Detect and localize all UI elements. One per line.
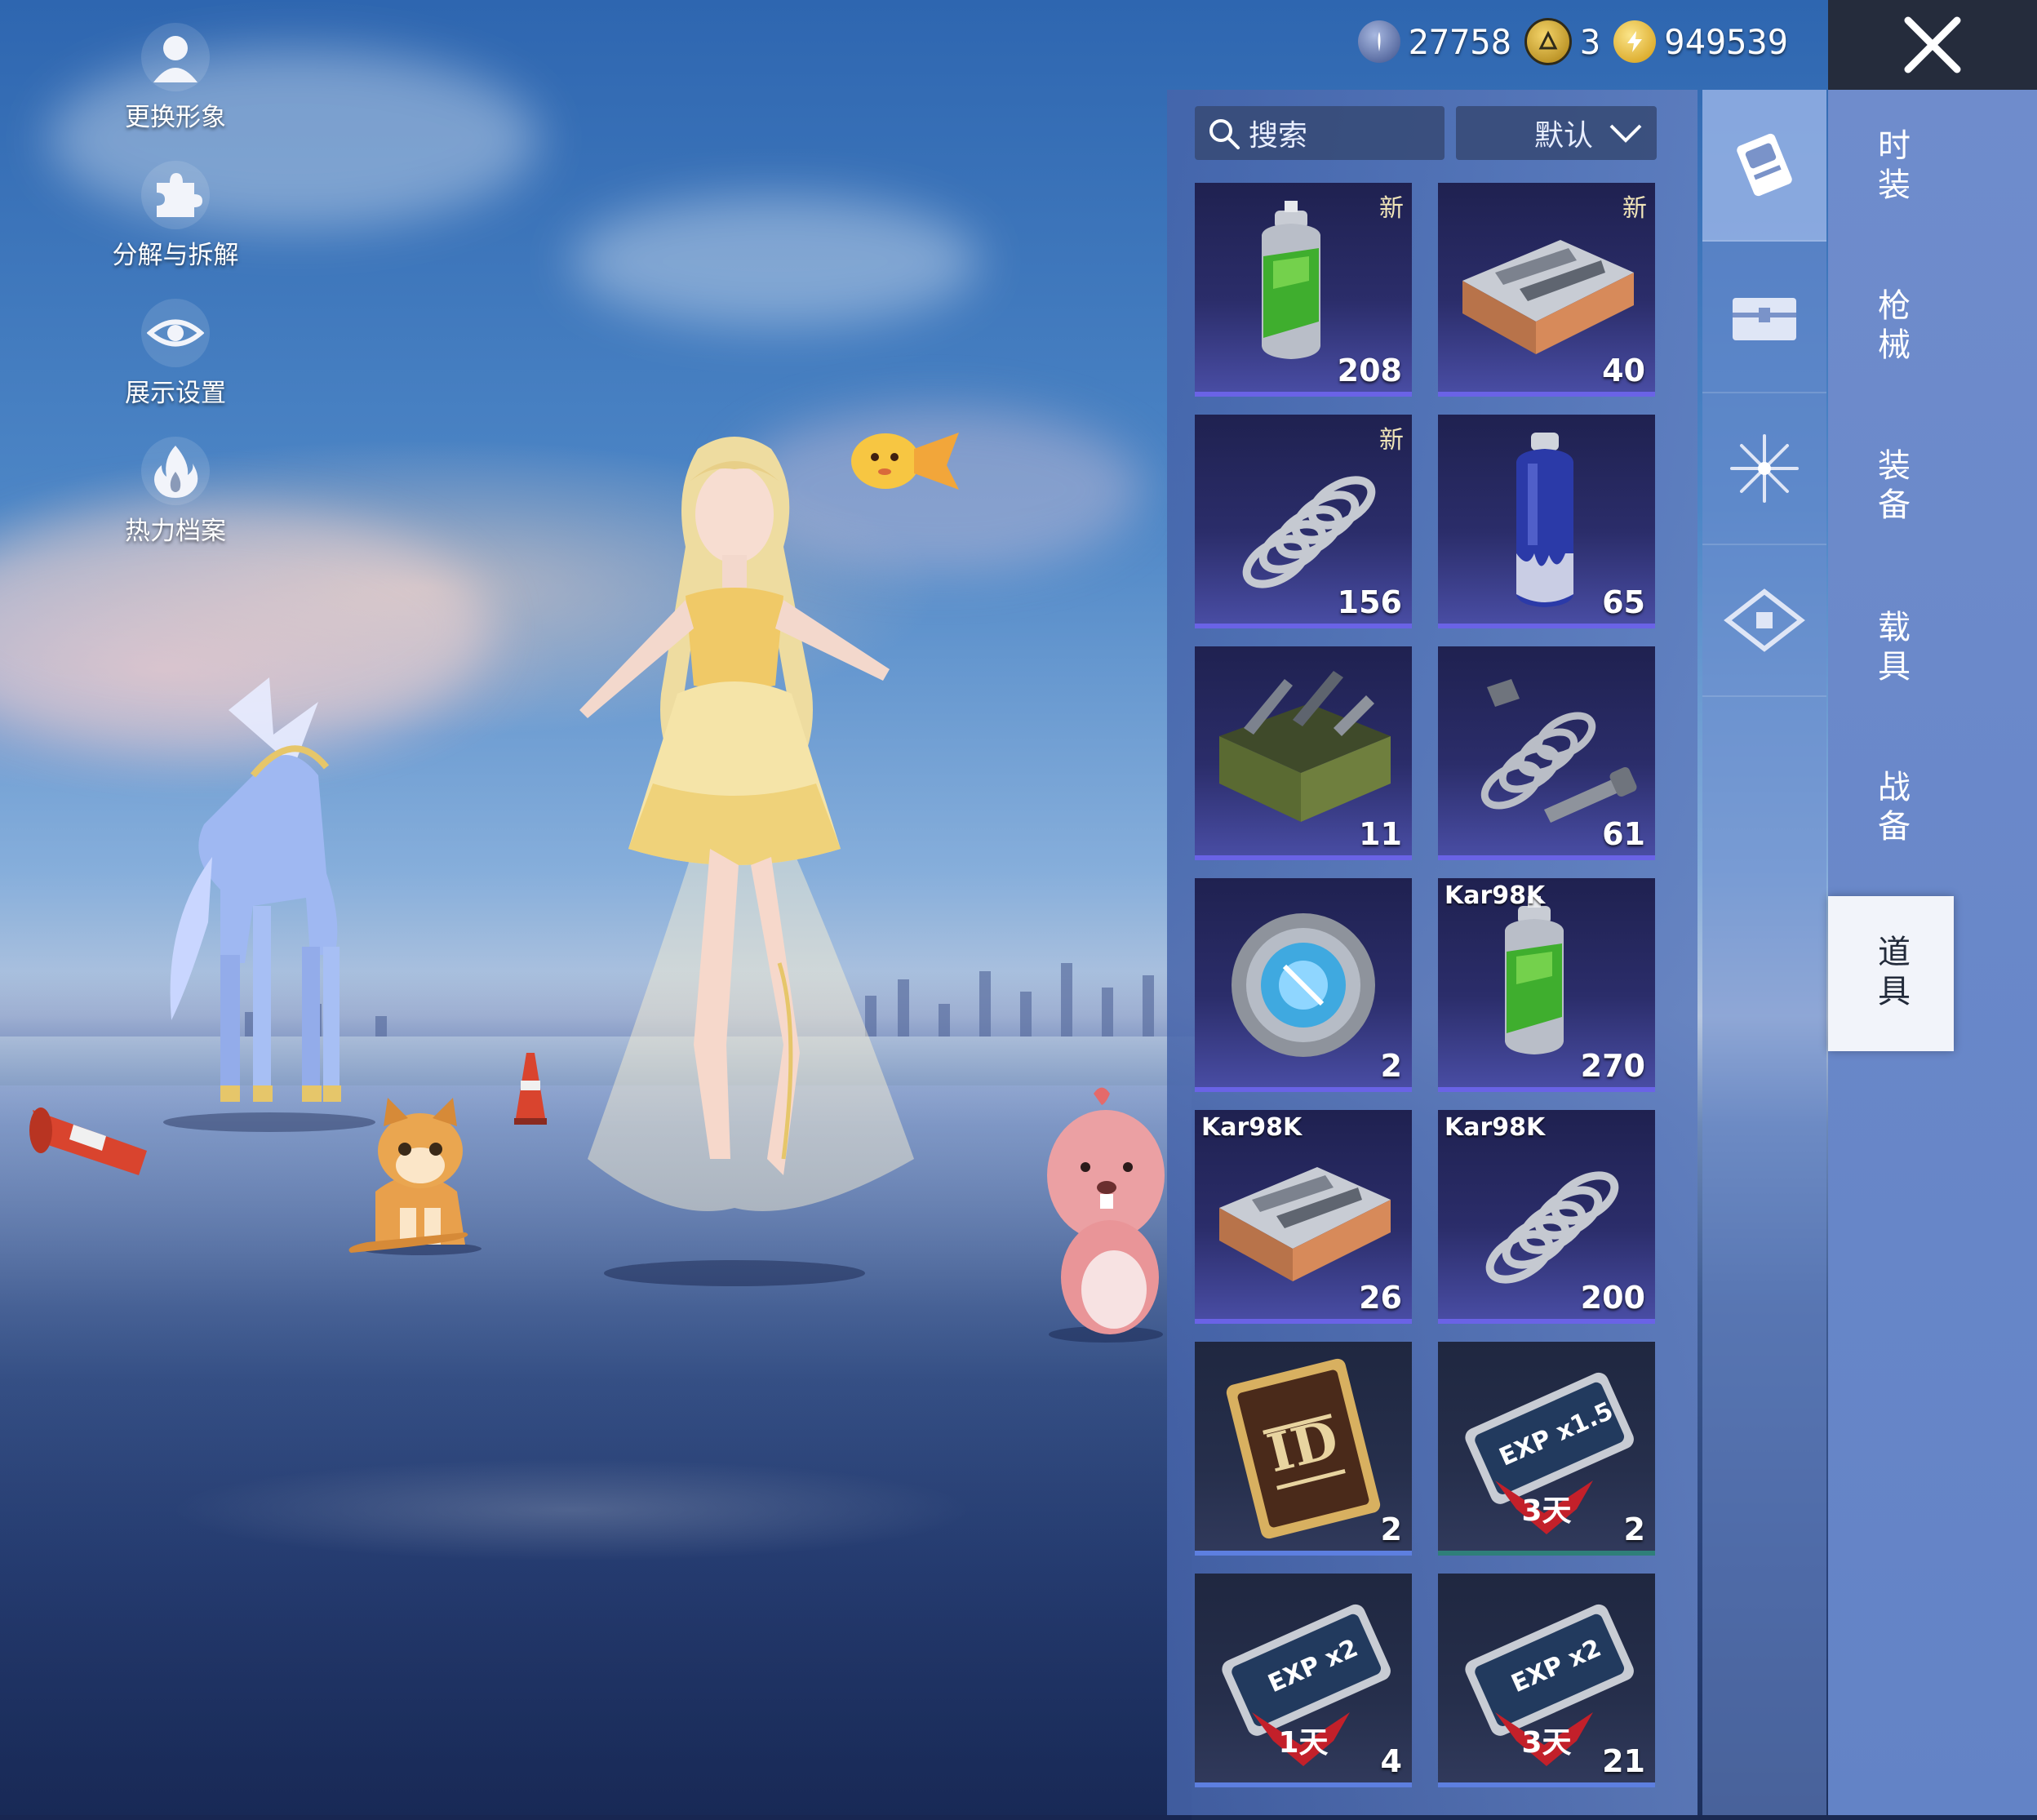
traffic-cone [29, 1108, 147, 1175]
tab-fashion[interactable]: 时装 [1828, 90, 1954, 245]
weapon-tag: Kar98K [1445, 881, 1546, 910]
decompose-label: 分解与拆解 [112, 241, 239, 270]
search-box[interactable]: 搜索 [1195, 106, 1445, 160]
tab-label: 道具 [1872, 934, 1910, 1013]
item-card[interactable]: 11 [1195, 646, 1412, 860]
item-card[interactable]: Kar98K 26 [1195, 1110, 1412, 1324]
beaver-pet [1047, 1087, 1165, 1343]
item-card[interactable]: EXP x2 1天 4 [1195, 1574, 1412, 1787]
puzzle-icon [141, 161, 210, 229]
item-count: 40 [1602, 353, 1645, 388]
currency-bar: 27758 3 949539 [1357, 18, 1788, 65]
item-count: 270 [1580, 1048, 1645, 1084]
currency-silver-value: 27758 [1408, 21, 1511, 62]
currency-bp[interactable]: 949539 [1613, 20, 1788, 63]
item-card[interactable]: 新 40 [1438, 183, 1655, 397]
item-count: 156 [1337, 584, 1402, 620]
category-tabs: 时装 枪械 装备 载具 战备 道具 [1828, 90, 2037, 1815]
item-card[interactable]: 新 156 [1195, 415, 1412, 628]
item-count: 2 [1623, 1511, 1645, 1547]
card-icon [1737, 133, 1792, 197]
cat-pet [348, 1098, 482, 1255]
item-count: 4 [1380, 1743, 1402, 1779]
currency-silver[interactable]: 27758 [1357, 20, 1511, 63]
tab-label: 载具 [1872, 610, 1910, 688]
item-card[interactable]: 新 208 [1195, 183, 1412, 397]
duration-label: 3天 [1521, 1494, 1572, 1528]
fire-icon [141, 437, 210, 505]
close-icon [1904, 16, 1961, 73]
heat-archive-label: 热力档案 [125, 517, 226, 546]
tab-equipment[interactable]: 装备 [1828, 410, 1954, 565]
left-menu: 更换形象 分解与拆解 展示设置 热力档案 [90, 23, 261, 575]
item-card[interactable]: 61 [1438, 646, 1655, 860]
character-model [579, 437, 914, 1286]
item-grid: 新 208 新 40 新 156 65 11 61 2 Kar98K 270 Kar98K 26 Kar98… [1195, 183, 1662, 1815]
new-badge: 新 [1379, 194, 1404, 223]
chest-icon [1733, 298, 1796, 340]
item-card[interactable]: 2 [1195, 878, 1412, 1092]
duration-label: 3天 [1521, 1726, 1572, 1760]
currency-gold-token-value: 3 [1579, 21, 1601, 62]
new-badge: 新 [1622, 194, 1647, 223]
tab-items[interactable]: 道具 [1828, 896, 1954, 1051]
currency-gold-token[interactable]: 3 [1524, 18, 1600, 65]
subtab-chests[interactable] [1702, 242, 1826, 393]
display-settings-label: 展示设置 [125, 379, 226, 408]
item-count: 61 [1602, 816, 1645, 852]
firework-icon [1730, 434, 1799, 503]
subcategory-tabs [1702, 90, 1826, 1815]
silver-coin-icon [1357, 20, 1400, 63]
item-card[interactable]: Kar98K 270 [1438, 878, 1655, 1092]
search-icon [1209, 119, 1240, 149]
sort-label: 默认 [1533, 119, 1593, 153]
tab-label: 装备 [1872, 448, 1910, 526]
tab-label: 时装 [1872, 128, 1910, 206]
item-count: 11 [1359, 816, 1402, 852]
eye-icon [141, 299, 210, 367]
weapon-tag: Kar98K [1445, 1113, 1546, 1142]
tab-label: 战备 [1872, 770, 1910, 848]
pegasus-horse [163, 677, 375, 1132]
tab-supplies[interactable]: 战备 [1828, 731, 1954, 886]
item-count: 200 [1580, 1280, 1645, 1316]
inventory-panel: 搜索 默认 新 208 新 40 新 156 65 11 61 2 Kar98K 270 Kar98K 2… [1167, 90, 1698, 1815]
subtab-tickets[interactable] [1702, 545, 1826, 697]
item-count: 65 [1602, 584, 1645, 620]
new-badge: 新 [1379, 426, 1404, 455]
subtab-cards[interactable] [1702, 90, 1826, 242]
duration-label: 1天 [1278, 1726, 1329, 1760]
decompose-button[interactable]: 分解与拆解 [90, 161, 261, 271]
change-appearance-button[interactable]: 更换形象 [90, 23, 261, 133]
heat-archive-button[interactable]: 热力档案 [90, 437, 261, 547]
ticket-icon [1724, 588, 1805, 652]
chevron-down-icon [1609, 124, 1642, 143]
bp-coin-icon [1613, 20, 1657, 63]
close-button[interactable] [1828, 0, 2037, 90]
tab-label: 枪械 [1872, 288, 1910, 366]
item-count: 2 [1380, 1511, 1402, 1547]
weapon-tag: Kar98K [1201, 1113, 1303, 1142]
subtab-fireworks[interactable] [1702, 393, 1826, 545]
tab-weapons[interactable]: 枪械 [1828, 250, 1954, 405]
item-count: 2 [1380, 1048, 1402, 1084]
display-settings-button[interactable]: 展示设置 [90, 299, 261, 409]
currency-bp-value: 949539 [1664, 21, 1788, 62]
item-count: 21 [1602, 1743, 1645, 1779]
item-count: 208 [1337, 353, 1402, 388]
gold-token-icon [1524, 18, 1572, 65]
item-card[interactable]: ID 2 [1195, 1342, 1412, 1556]
tab-vehicles[interactable]: 载具 [1828, 571, 1954, 726]
search-label: 搜索 [1249, 119, 1308, 153]
flying-pet [851, 433, 959, 490]
person-icon [141, 23, 210, 91]
item-count: 26 [1359, 1280, 1402, 1316]
item-card[interactable]: 65 [1438, 415, 1655, 628]
item-card[interactable]: Kar98K 200 [1438, 1110, 1655, 1324]
item-card[interactable]: EXP x1.5 3天 2 [1438, 1342, 1655, 1556]
item-card[interactable]: EXP x2 3天 21 [1438, 1574, 1655, 1787]
change-appearance-label: 更换形象 [125, 103, 226, 132]
sort-dropdown[interactable]: 默认 [1456, 106, 1657, 160]
